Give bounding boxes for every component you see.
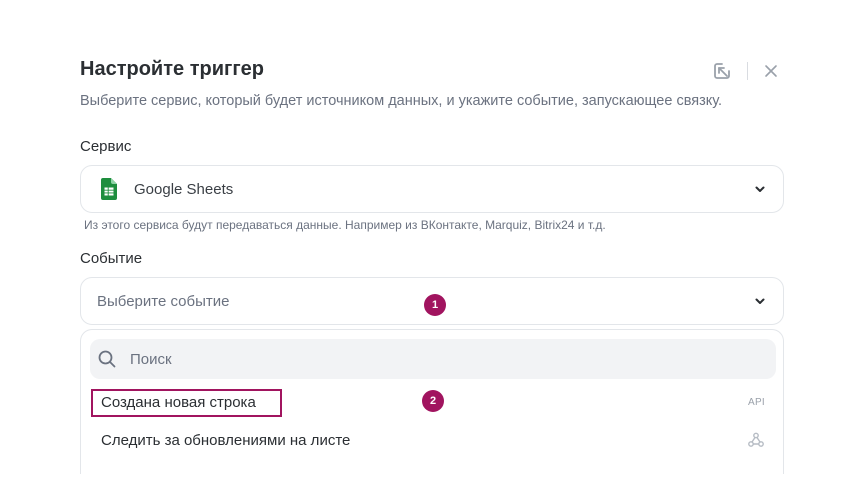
search-box[interactable] <box>90 339 776 379</box>
event-option-new-row[interactable]: Создана новая строка <box>101 394 256 411</box>
modal-subtitle: Выберите сервис, который будет источнико… <box>80 93 723 109</box>
google-sheets-icon <box>101 178 117 200</box>
api-tag: API <box>747 397 765 408</box>
chevron-down-icon <box>755 298 765 304</box>
service-select[interactable]: Google Sheets <box>80 165 784 213</box>
search-icon <box>98 350 116 368</box>
step-badge-2: 2 <box>422 390 444 412</box>
search-input[interactable] <box>130 350 730 368</box>
header-divider <box>747 62 748 80</box>
event-option-watch-updates[interactable]: Следить за обновлениями на листе <box>101 432 350 449</box>
modal-title: Настройте триггер <box>80 58 264 80</box>
trigger-setup-modal: Настройте триггер Выберите сервис, котор… <box>0 0 868 488</box>
event-placeholder: Выберите событие <box>97 292 230 310</box>
event-label: Событие <box>80 250 143 267</box>
chevron-down-icon <box>755 186 765 192</box>
service-selected-value: Google Sheets <box>134 180 234 198</box>
collapse-button[interactable] <box>711 60 733 82</box>
collapse-icon <box>714 63 730 79</box>
service-label: Сервис <box>80 138 132 155</box>
close-button[interactable] <box>760 60 782 82</box>
close-icon <box>765 65 777 77</box>
webhook-icon <box>748 432 764 447</box>
service-hint: Из этого сервиса будут передаваться данн… <box>84 218 606 232</box>
step-badge-1: 1 <box>424 294 446 316</box>
